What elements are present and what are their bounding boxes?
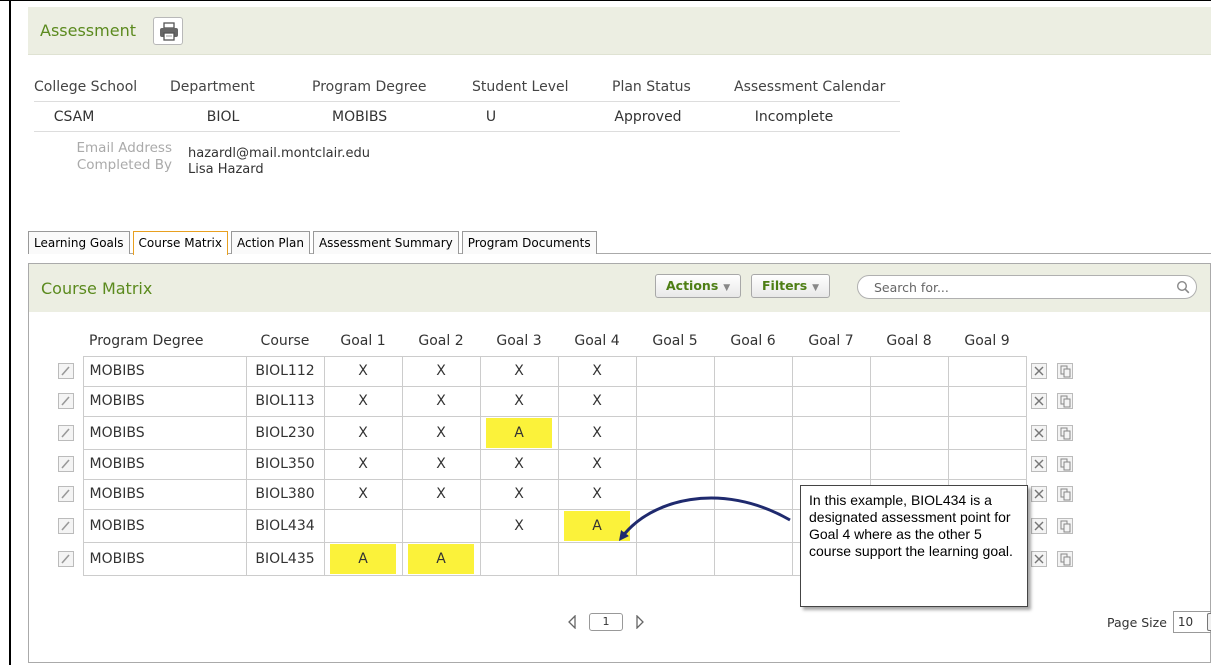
callout-arrow	[618, 496, 791, 541]
callout-box: In this example, BIOL434 is a designated…	[800, 485, 1028, 607]
